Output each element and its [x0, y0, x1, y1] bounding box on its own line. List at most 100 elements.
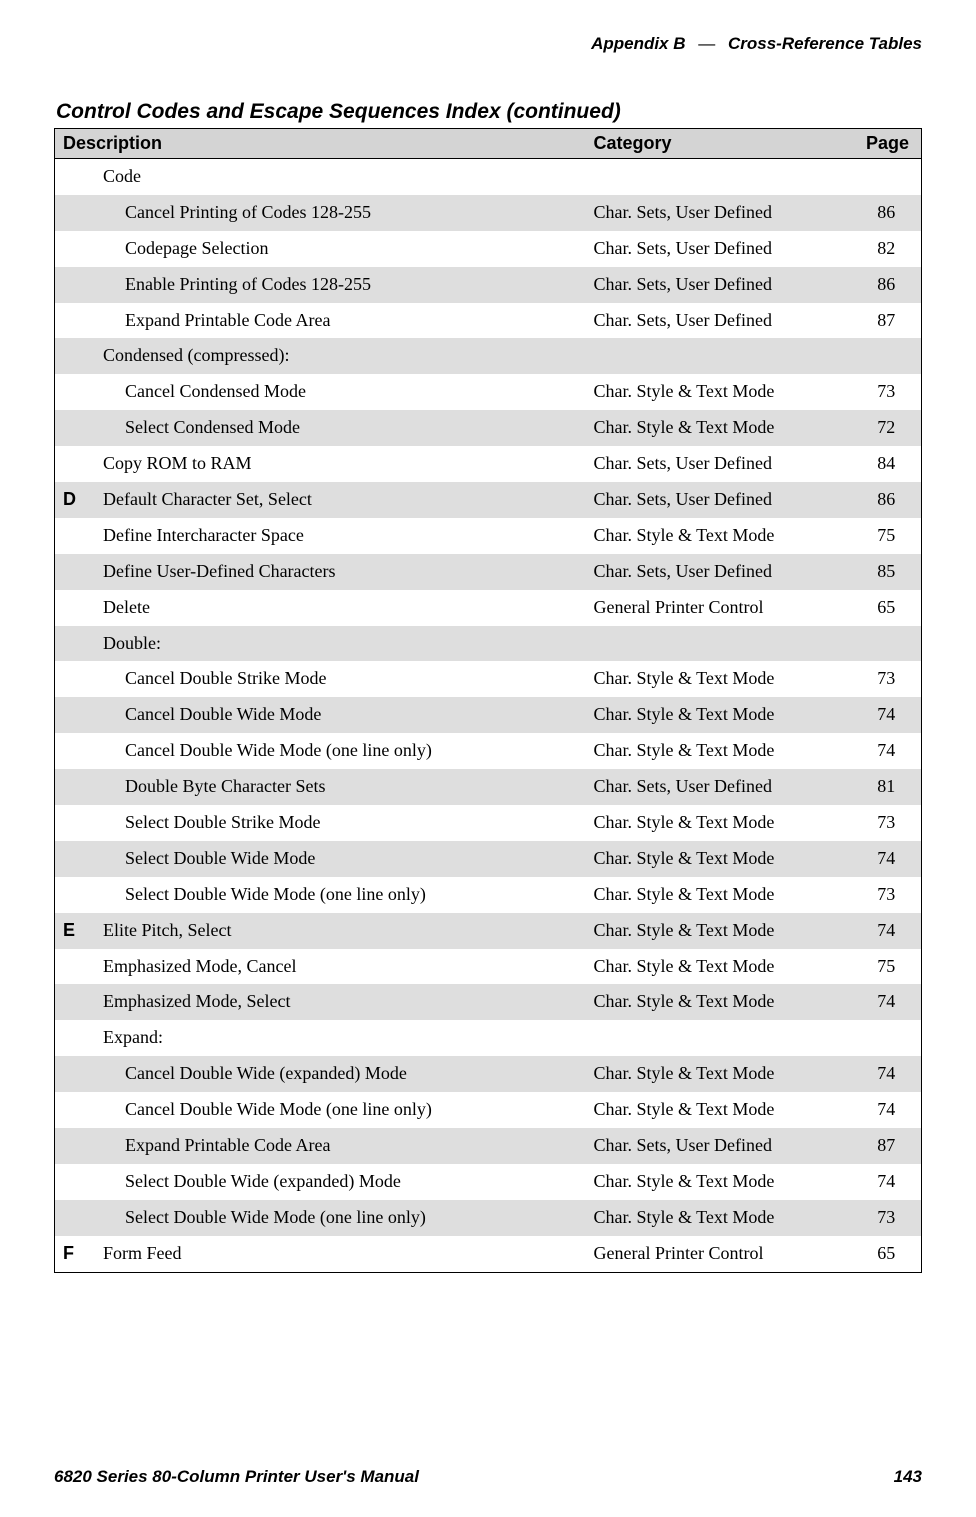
description-text: Expand Printable Code Area: [103, 1132, 578, 1160]
page-cell: 87: [852, 1128, 922, 1164]
index-table: Description Category Page CodeCancel Pri…: [54, 128, 922, 1273]
table-row: Emphasized Mode, CancelChar. Style & Tex…: [55, 949, 922, 985]
page-cell: 74: [852, 913, 922, 949]
page-cell: 74: [852, 1092, 922, 1128]
table-row: Emphasized Mode, SelectChar. Style & Tex…: [55, 984, 922, 1020]
table-row: Condensed (compressed):: [55, 338, 922, 374]
description-cell: Select Double Wide Mode (one line only): [95, 877, 586, 913]
index-letter: [55, 195, 96, 231]
category-cell: Char. Sets, User Defined: [586, 267, 852, 303]
page-footer: 6820 Series 80-Column Printer User's Man…: [54, 1467, 922, 1487]
page-cell: 73: [852, 374, 922, 410]
page-cell: 86: [852, 195, 922, 231]
table-row: Select Condensed Mode Char. Style & Text …: [55, 410, 922, 446]
description-cell: Double Byte Character Sets: [95, 769, 586, 805]
category-cell: Char. Sets, User Defined: [586, 1128, 852, 1164]
index-letter: [55, 661, 96, 697]
description-cell: Cancel Double Strike Mode: [95, 661, 586, 697]
index-letter: [55, 1092, 96, 1128]
table-row: Select Double Wide ModeChar. Style & Tex…: [55, 841, 922, 877]
description-cell: Delete: [95, 590, 586, 626]
table-row: Cancel Double Wide Mode Char. Style & Tex…: [55, 697, 922, 733]
page-cell: 87: [852, 303, 922, 339]
index-letter: [55, 877, 96, 913]
category-cell: Char. Style & Text Mode: [586, 733, 852, 769]
category-cell: Char. Style & Text Mode: [586, 374, 852, 410]
description-text: Enable Printing of Codes 128-255: [103, 271, 578, 299]
description-text: Delete: [103, 597, 150, 617]
page-cell: 75: [852, 518, 922, 554]
section-title: Cross-Reference Tables: [728, 34, 922, 53]
description-text: Cancel Double Wide Mode (one line only): [103, 1096, 578, 1124]
description-cell: Double:: [95, 626, 586, 662]
category-cell: Char. Style & Text Mode: [586, 877, 852, 913]
description-cell: Copy ROM to RAM: [95, 446, 586, 482]
description-text: Default Character Set, Select: [103, 489, 312, 509]
category-cell: Char. Style & Text Mode: [586, 913, 852, 949]
category-cell: Char. Sets, User Defined: [586, 195, 852, 231]
category-cell: Char. Style & Text Mode: [586, 984, 852, 1020]
index-letter: [55, 518, 96, 554]
description-cell: Expand:: [95, 1020, 586, 1056]
page-cell: 65: [852, 590, 922, 626]
category-cell: Char. Style & Text Mode: [586, 1200, 852, 1236]
index-letter: [55, 374, 96, 410]
col-description: Description: [55, 129, 586, 159]
table-row: Expand:: [55, 1020, 922, 1056]
category-cell: Char. Style & Text Mode: [586, 410, 852, 446]
index-letter: [55, 1020, 96, 1056]
index-letter: [55, 554, 96, 590]
index-letter: [55, 733, 96, 769]
table-row: Cancel Double Wide Mode (one line only)C…: [55, 1092, 922, 1128]
index-letter: [55, 231, 96, 267]
description-cell: Cancel Double Wide (expanded) Mode: [95, 1056, 586, 1092]
description-cell: Cancel Condensed Mode: [95, 374, 586, 410]
page-cell: [852, 338, 922, 374]
description-text: Condensed (compressed):: [103, 345, 289, 365]
page-cell: 73: [852, 877, 922, 913]
index-letter: [55, 1200, 96, 1236]
description-text: Select Condensed Mode: [103, 414, 578, 442]
index-letter: [55, 159, 96, 195]
table-row: DeleteGeneral Printer Control65: [55, 590, 922, 626]
description-cell: Enable Printing of Codes 128-255: [95, 267, 586, 303]
index-letter: [55, 1056, 96, 1092]
table-row: Cancel Condensed ModeChar. Style & Text …: [55, 374, 922, 410]
description-text: Select Double Wide Mode (one line only): [103, 1204, 578, 1232]
page-cell: [852, 159, 922, 195]
description-cell: Cancel Printing of Codes 128-255: [95, 195, 586, 231]
table-row: Double:: [55, 626, 922, 662]
table-row: Code: [55, 159, 922, 195]
page-cell: 81: [852, 769, 922, 805]
description-text: Form Feed: [103, 1243, 182, 1263]
page-cell: [852, 1020, 922, 1056]
index-letter: [55, 410, 96, 446]
index-letter: [55, 769, 96, 805]
description-cell: Expand Printable Code Area: [95, 303, 586, 339]
index-letter: [55, 697, 96, 733]
description-text: Cancel Double Wide Mode: [103, 701, 578, 729]
page-cell: 74: [852, 841, 922, 877]
description-cell: Emphasized Mode, Cancel: [95, 949, 586, 985]
index-letter: [55, 267, 96, 303]
page-cell: 82: [852, 231, 922, 267]
description-cell: Condensed (compressed):: [95, 338, 586, 374]
description-text: Define Intercharacter Space: [103, 525, 304, 545]
description-text: Codepage Selection: [103, 235, 578, 263]
category-cell: Char. Style & Text Mode: [586, 697, 852, 733]
description-text: Select Double Wide Mode: [103, 845, 578, 873]
table-row: Expand Printable Code AreaChar. Sets, Us…: [55, 303, 922, 339]
table-row: DDefault Character Set, SelectChar. Sets…: [55, 482, 922, 518]
category-cell: [586, 338, 852, 374]
table-row: Cancel Double Strike ModeChar. Style & T…: [55, 661, 922, 697]
index-letter: [55, 949, 96, 985]
table-row: Cancel Double Wide (expanded) ModeChar. …: [55, 1056, 922, 1092]
appendix-label: Appendix B: [591, 34, 685, 53]
table-row: Enable Printing of Codes 128-255 Char. Se…: [55, 267, 922, 303]
description-text: Double:: [103, 633, 161, 653]
category-cell: Char. Style & Text Mode: [586, 661, 852, 697]
page-cell: 84: [852, 446, 922, 482]
description-text: Copy ROM to RAM: [103, 453, 252, 473]
description-cell: Select Double Wide (expanded) Mode: [95, 1164, 586, 1200]
table-row: EElite Pitch, SelectChar. Style & Text M…: [55, 913, 922, 949]
